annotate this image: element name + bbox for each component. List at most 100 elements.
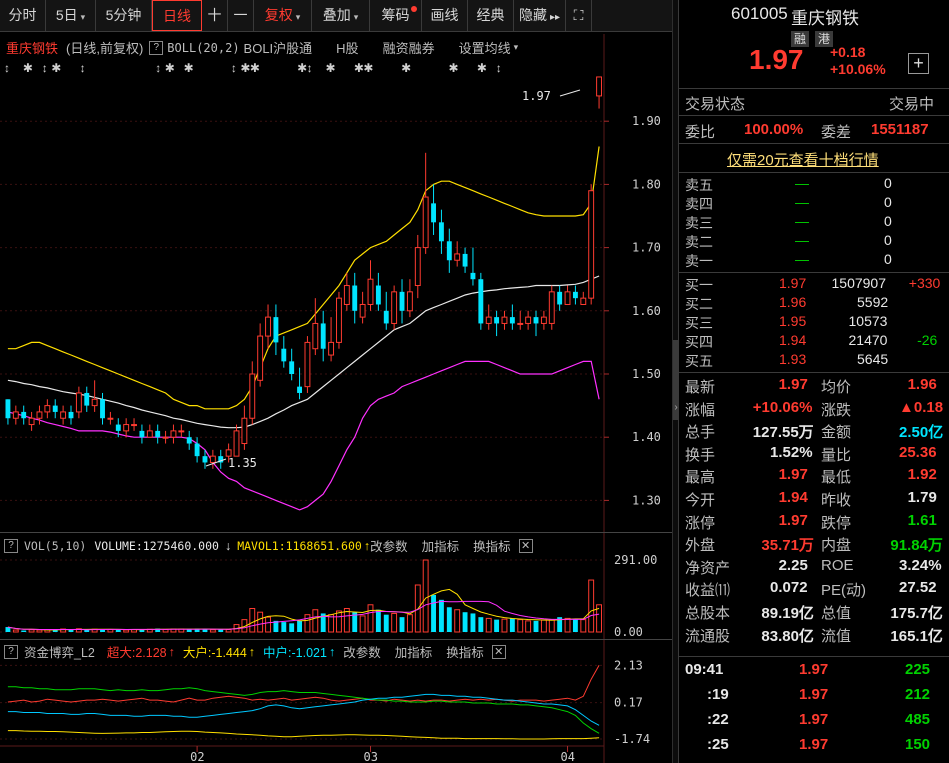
volume-bar-up[interactable] xyxy=(548,619,555,633)
volume-bar-up[interactable] xyxy=(367,604,374,633)
volume-bar-up[interactable] xyxy=(304,614,311,633)
candle-body-down[interactable] xyxy=(194,443,200,457)
capital-indicator-name[interactable]: 资金博弈_L2 xyxy=(24,642,95,661)
candle-body-up[interactable] xyxy=(249,373,256,419)
volume-bar-down[interactable] xyxy=(509,618,515,632)
candle-body-down[interactable] xyxy=(494,317,500,324)
candle-body-up[interactable] xyxy=(28,417,35,426)
candle-body-up[interactable] xyxy=(36,411,43,419)
event-marker-icon[interactable]: ✱ xyxy=(23,61,33,75)
candle-body-down[interactable] xyxy=(399,291,405,311)
event-marker-icon[interactable]: ✱ xyxy=(51,61,61,75)
candle-body-up[interactable] xyxy=(328,341,335,356)
volume-bar-up[interactable] xyxy=(391,612,398,633)
close-icon[interactable]: ✕ xyxy=(518,538,533,553)
volume-bar-down[interactable] xyxy=(115,629,121,632)
volume-bar-up[interactable] xyxy=(225,629,232,633)
volume-bar-up[interactable] xyxy=(257,611,264,633)
volume-bar-up[interactable] xyxy=(540,619,547,633)
candle-body-down[interactable] xyxy=(375,285,381,305)
volume-bar-down[interactable] xyxy=(297,620,303,632)
candle-body-up[interactable] xyxy=(146,430,153,438)
event-marker-icon[interactable]: ↕ xyxy=(42,61,48,75)
bid-price[interactable]: 1.94 xyxy=(779,332,806,348)
candle-body-down[interactable] xyxy=(533,317,539,324)
candle-body-up[interactable] xyxy=(485,316,492,324)
candle-body-down[interactable] xyxy=(115,424,121,431)
event-marker-icon[interactable]: ↕ xyxy=(307,61,313,75)
volume-bar-up[interactable] xyxy=(406,614,413,633)
candle-body-up[interactable] xyxy=(123,424,130,432)
candle-body-down[interactable] xyxy=(52,405,58,412)
volume-bar-up[interactable] xyxy=(422,559,429,633)
candle-body-down[interactable] xyxy=(289,361,295,374)
candle-body-down[interactable] xyxy=(273,317,279,343)
volume-bar-down[interactable] xyxy=(438,599,444,632)
candle-body-down[interactable] xyxy=(509,317,515,324)
ask-price[interactable]: — xyxy=(795,194,809,210)
candle-body-up[interactable] xyxy=(312,322,319,350)
candle-body-down[interactable] xyxy=(155,430,161,438)
vol-indicator-name[interactable]: VOL(5,10) xyxy=(24,539,86,553)
candle-body-up[interactable] xyxy=(525,316,532,324)
volume-bar-up[interactable] xyxy=(517,619,524,633)
candle-body-up[interactable] xyxy=(257,335,264,381)
candle-body-up[interactable] xyxy=(580,297,587,305)
ask-price[interactable]: — xyxy=(795,251,809,267)
candle-body-up[interactable] xyxy=(265,316,271,337)
volume-bar-up[interactable] xyxy=(209,629,216,633)
candle-body-up[interactable] xyxy=(422,196,429,249)
candle-body-up[interactable] xyxy=(548,291,555,324)
candle-body-down[interactable] xyxy=(446,241,452,261)
candle-body-down[interactable] xyxy=(186,437,192,444)
volume-bar-down[interactable] xyxy=(494,619,500,632)
ask-price[interactable]: — xyxy=(795,175,809,191)
event-marker-icon[interactable]: ✱ xyxy=(363,61,373,75)
candle-body-up[interactable] xyxy=(44,405,51,413)
change-params-button[interactable]: 改参数 xyxy=(370,536,408,555)
candle-body-down[interactable] xyxy=(462,253,468,267)
candle-body-up[interactable] xyxy=(241,417,248,445)
volume-bar-down[interactable] xyxy=(68,629,74,632)
volume-bar-up[interactable] xyxy=(249,607,256,633)
volume-bar-down[interactable] xyxy=(375,609,381,632)
candle-body-down[interactable] xyxy=(470,272,476,280)
event-marker-icon[interactable]: ↕ xyxy=(496,61,502,75)
volume-bar-up[interactable] xyxy=(123,629,130,633)
candle-body-up[interactable] xyxy=(359,303,366,318)
candle-body-up[interactable] xyxy=(178,430,185,433)
volume-bar-down[interactable] xyxy=(462,612,468,632)
candle-body-up[interactable] xyxy=(60,411,67,419)
candle-body-up[interactable] xyxy=(406,291,413,312)
volume-bar-down[interactable] xyxy=(478,617,484,632)
bid-price[interactable]: 1.96 xyxy=(779,294,806,310)
candle-body-up[interactable] xyxy=(107,417,114,420)
volume-bar-up[interactable] xyxy=(36,629,43,633)
candle-body-down[interactable] xyxy=(431,203,436,223)
candle-body-down[interactable] xyxy=(100,399,105,419)
candle-body-down[interactable] xyxy=(352,285,358,311)
volume-bar-down[interactable] xyxy=(399,617,405,632)
candle-body-up[interactable] xyxy=(454,253,461,261)
candle-body-up[interactable] xyxy=(162,436,169,439)
event-marker-icon[interactable]: ✱ xyxy=(165,61,175,75)
candle-body-down[interactable] xyxy=(202,456,208,463)
volume-bar-up[interactable] xyxy=(525,620,532,633)
volume-bar-down[interactable] xyxy=(431,594,436,632)
bid-price[interactable]: 1.97 xyxy=(779,275,806,291)
ask-price[interactable]: — xyxy=(795,213,809,229)
volume-bar-down[interactable] xyxy=(281,622,287,632)
event-marker-icon[interactable]: ✱ xyxy=(477,61,487,75)
volume-bar-up[interactable] xyxy=(12,629,19,633)
candle-body-up[interactable] xyxy=(170,430,177,438)
volume-bar-down[interactable] xyxy=(572,619,578,632)
candle-body-down[interactable] xyxy=(438,222,444,242)
volume-bar-up[interactable] xyxy=(564,617,571,633)
candle-body-up[interactable] xyxy=(540,316,547,324)
volume-bar-up[interactable] xyxy=(501,618,508,633)
add-indicator-button[interactable]: 加指标 xyxy=(422,536,460,555)
candle-body-up[interactable] xyxy=(367,278,374,305)
candle-body-down[interactable] xyxy=(297,386,303,393)
candle-body-up[interactable] xyxy=(304,341,311,388)
event-marker-icon[interactable]: ↕ xyxy=(80,61,86,75)
